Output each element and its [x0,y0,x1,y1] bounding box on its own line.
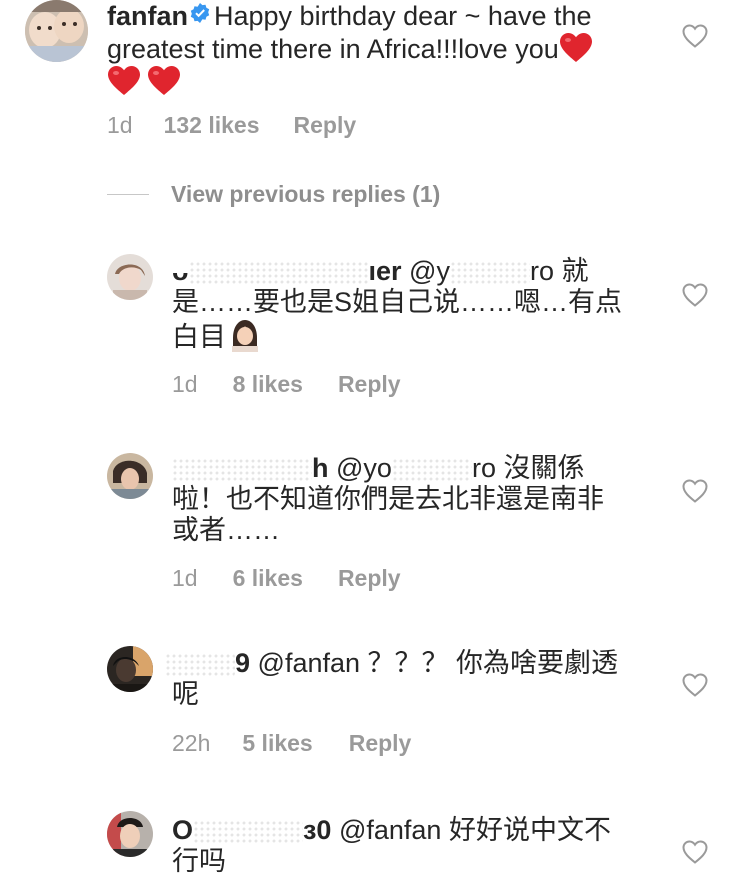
avatar-fanfan[interactable] [25,0,88,62]
reply-text-part: 好好说中文不 [448,815,611,845]
avatar[interactable] [107,254,153,300]
red-heart-emoji [107,65,141,96]
mention-link[interactable]: @fanfan [339,815,441,845]
mention-link[interactable]: @fanfan [258,648,360,678]
reply-text-line3: 白目 [172,322,226,352]
redacted-username [172,457,312,482]
facepalm-emoji [228,318,262,359]
reply-text-part: 就 [561,256,589,286]
redacted-username [165,652,235,677]
comment-username[interactable]: 9 [165,648,250,678]
view-previous-replies-label: View previous replies (1) [171,181,441,207]
like-heart-icon[interactable] [682,673,708,697]
view-previous-replies-button[interactable]: View previous replies (1) [107,181,440,208]
reply-text-part: ？？？ 你為啥要劇透 [367,648,619,678]
reply-text: Oɜ0 @fanfan 好好说中文不 行吗 [172,815,652,877]
reply-text: 9 @fanfan ？？？ 你為啥要劇透 呢 [165,648,645,710]
comment-text-line2: greatest time there in Africa!!!love you [107,34,559,64]
top-comment-meta: 1d 132 likes Reply [107,112,356,139]
comment-time: 1d [172,371,198,397]
redacted-username [193,819,304,844]
redacted-username [188,260,369,285]
comment-time: 1d [172,565,198,591]
comment-time: 22h [172,730,211,756]
comment-likes[interactable]: 6 likes [233,565,303,592]
avatar[interactable] [107,646,153,692]
top-comment-text: fanfan Happy birthday dear ~ have the gre… [107,0,667,98]
divider-line [107,194,149,195]
comment-text-line1: Happy birthday dear ~ have the [214,1,592,31]
mention-link[interactable]: @y ro [409,256,554,286]
comment-likes[interactable]: 8 likes [233,371,303,398]
like-heart-icon[interactable] [682,283,708,307]
red-heart-emoji [559,32,593,63]
avatar-photo-icon [107,453,153,499]
avatar-photo-icon [107,811,153,857]
comment-likes[interactable]: 132 likes [164,112,260,139]
reply-text-line2: 啦！也不知道你們是去北非還是南非 [172,484,604,514]
reply-button[interactable]: Reply [338,565,401,592]
avatar-photo-icon [107,254,153,300]
avatar[interactable] [107,453,153,499]
reply-text: h @yo ro 沒關係 啦！也不知道你們是去北非還是南非 或者…… [172,453,652,546]
reply-text-line2: 呢 [172,679,199,709]
comment-username[interactable]: ᴗ ıer [172,256,402,286]
avatar[interactable] [107,811,153,857]
reply-meta: 1d 8 likes Reply [172,371,401,398]
comment-likes[interactable]: 5 likes [242,730,312,757]
reply-text-line2: 行吗 [172,846,226,876]
redacted-mention [391,457,472,482]
avatar-photo-icon [25,0,88,62]
reply-button[interactable]: Reply [338,371,401,398]
reply-meta: 1d 6 likes Reply [172,565,401,592]
comment-time: 1d [107,112,133,138]
comment-username[interactable]: h [172,453,329,483]
reply-text: ᴗ ıer @y ro 就 是……要也是S姐自己说……嗯…有点 白目 [172,256,652,359]
reply-button[interactable]: Reply [294,112,357,139]
verified-badge-icon [190,0,210,23]
comment-username[interactable]: fanfan [107,1,188,31]
reply-text-line3: 或者…… [172,515,280,545]
red-heart-emoji [147,65,181,96]
like-heart-icon[interactable] [682,24,708,48]
reply-text-part: 沒關係 [503,453,585,483]
redacted-mention [449,260,530,285]
like-heart-icon[interactable] [682,840,708,864]
comment-username[interactable]: Oɜ0 [172,815,331,845]
like-heart-icon[interactable] [682,479,708,503]
mention-link[interactable]: @yo ro [336,453,496,483]
reply-button[interactable]: Reply [349,730,412,757]
avatar-photo-icon [107,646,153,692]
reply-meta: 22h 5 likes Reply [172,730,411,757]
reply-text-line2: 是……要也是S姐自己说……嗯…有点 [172,287,623,317]
